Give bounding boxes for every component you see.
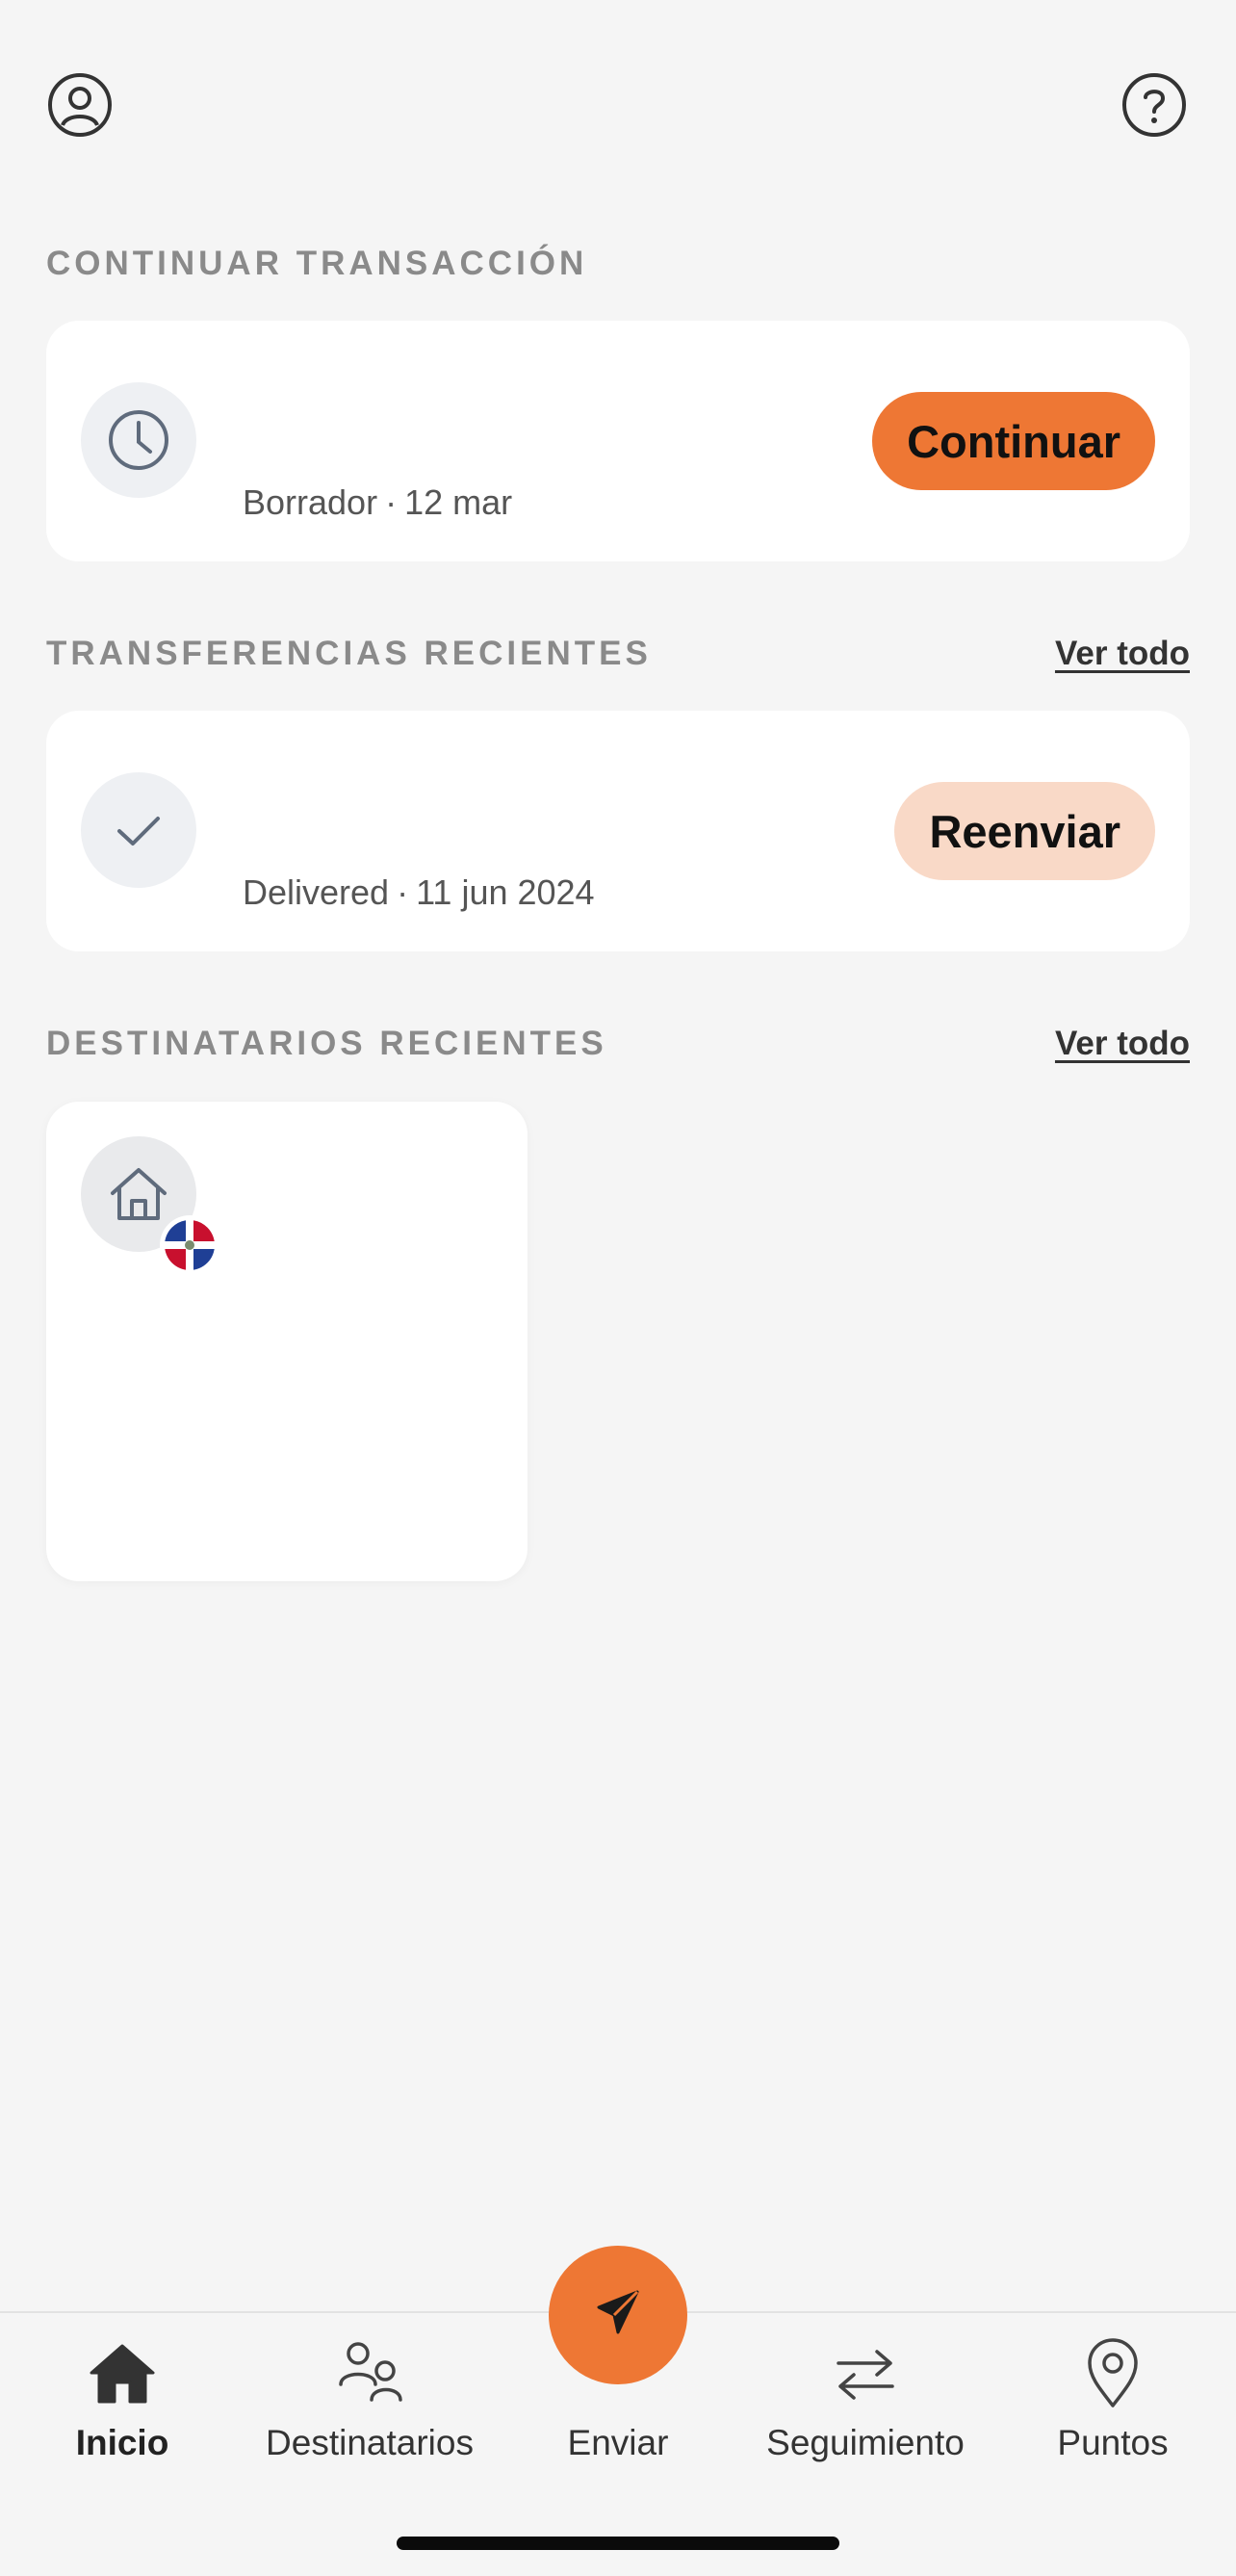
profile-icon[interactable] [46,71,114,139]
nav-item-inicio[interactable]: Inicio [7,2336,238,2471]
recent-transfers-see-all-link[interactable]: Ver todo [1055,635,1190,673]
draft-transaction-card[interactable]: Borrador · 12 mar Continuar [46,321,1190,561]
draft-meta: Borrador · 12 mar [243,482,513,522]
people-icon [333,2336,406,2409]
nav-label-inicio: Inicio [75,2423,169,2462]
send-fab-button[interactable] [549,2246,687,2384]
recent-transfer-card[interactable]: Delivered · 11 jun 2024 Reenviar [46,711,1190,951]
transfer-status: Delivered [243,872,390,912]
draft-status: Borrador [243,482,378,522]
top-bar [0,0,1236,212]
nav-item-puntos[interactable]: Puntos [997,2336,1228,2471]
transfer-date: 11 jun 2024 [416,872,595,912]
nav-label-destinatarios: Destinatarios [266,2423,474,2462]
continue-button[interactable]: Continuar [872,392,1155,490]
nav-label-enviar: Enviar [567,2423,669,2462]
nav-label-puntos: Puntos [1057,2423,1169,2462]
transfer-meta: Delivered · 11 jun 2024 [243,872,595,912]
check-icon [81,772,196,888]
nav-item-seguimiento[interactable]: Seguimiento [750,2336,981,2471]
send-icon [589,2284,647,2347]
continue-section-title: CONTINUAR TRANSACCIÓN [46,245,588,282]
nav-label-seguimiento: Seguimiento [766,2423,965,2462]
home-indicator [397,2537,839,2550]
dominican-republic-flag-icon [160,1215,219,1275]
nav-item-destinatarios[interactable]: Destinatarios [254,2336,485,2471]
recent-recipients-title: DESTINATARIOS RECIENTES [46,1025,607,1062]
clock-icon [81,382,196,498]
recent-transfers-title: TRANSFERENCIAS RECIENTES [46,635,652,672]
help-icon[interactable] [1120,71,1188,139]
resend-button[interactable]: Reenviar [894,782,1155,880]
draft-date: 12 mar [404,482,513,522]
recipient-card[interactable] [46,1102,528,1581]
transfer-arrows-icon [829,2336,902,2409]
location-pin-icon [1076,2336,1149,2409]
recent-recipients-see-all-link[interactable]: Ver todo [1055,1025,1190,1063]
home-icon [86,2336,159,2409]
